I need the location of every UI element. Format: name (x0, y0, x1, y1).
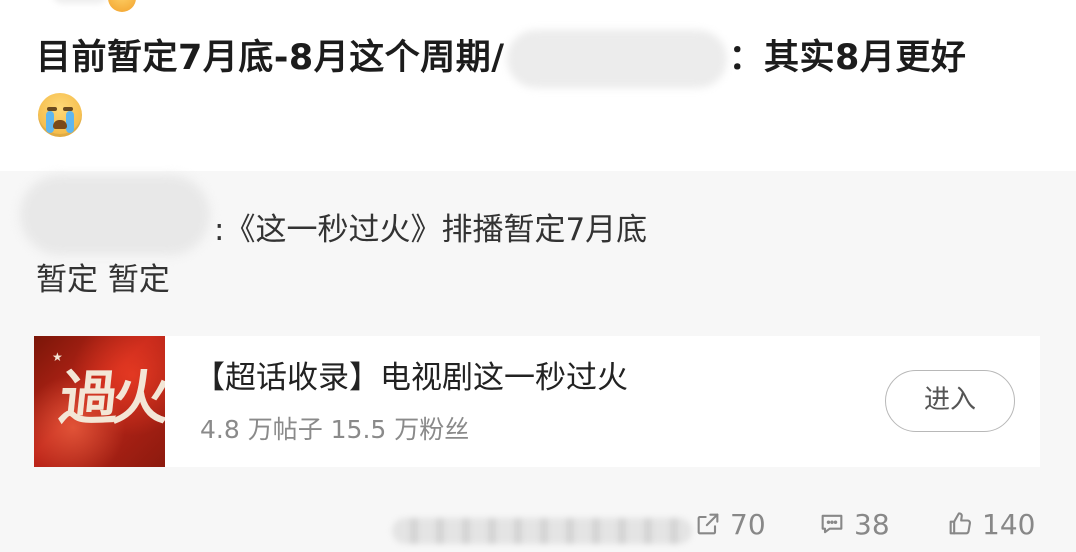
weibo-post: 目前暂定7月底-8月这个周期/ ：其实8月更好 :《这一秒过火》排播暂定7月底 暂… (0, 0, 1076, 552)
blurred-username (20, 175, 210, 255)
share-icon (697, 513, 719, 535)
quoted-post-text: :《这一秒过火》排播暂定7月底 (214, 212, 648, 248)
supertopic-thumbnail: ★ 過火 (34, 336, 165, 467)
repost-button[interactable]: 70 (694, 504, 766, 544)
emoji-icon (108, 0, 136, 12)
post-text-part-2: ：其实8月更好 (728, 38, 967, 78)
like-count: 140 (982, 507, 1036, 541)
post-text: 目前暂定7月底-8月这个周期/ ：其实8月更好 (36, 30, 1036, 88)
thumbs-up-icon (949, 512, 971, 535)
like-button[interactable]: 140 (946, 504, 1035, 544)
post-text-part-1: 目前暂定7月底-8月这个周期/ (36, 38, 505, 78)
comment-button[interactable]: 38 (818, 504, 890, 544)
supertopic-card[interactable]: ★ 過火 【超话收录】电视剧这一秒过火 4.8 万帖子 15.5 万粉丝 进入 (34, 336, 1040, 467)
crying-face-icon (38, 93, 82, 137)
comment-icon (821, 514, 843, 534)
blurred-source (392, 518, 692, 544)
supertopic-stats: 4.8 万帖子 15.5 万粉丝 (200, 415, 470, 444)
repost-count: 70 (730, 507, 766, 541)
comment-count: 38 (854, 507, 890, 541)
quoted-post-text-line2: 暂定 暂定 (36, 262, 170, 298)
thumbnail-title: 過火 (56, 364, 165, 432)
quoted-post[interactable]: :《这一秒过火》排播暂定7月底 暂定 暂定 ★ 過火 【超话收录】电视剧这一秒过… (0, 171, 1076, 552)
blurred-mention (506, 30, 727, 88)
enter-button[interactable]: 进入 (885, 370, 1015, 432)
blurred-header (52, 0, 108, 4)
supertopic-title: 【超话收录】电视剧这一秒过火 (194, 360, 628, 396)
